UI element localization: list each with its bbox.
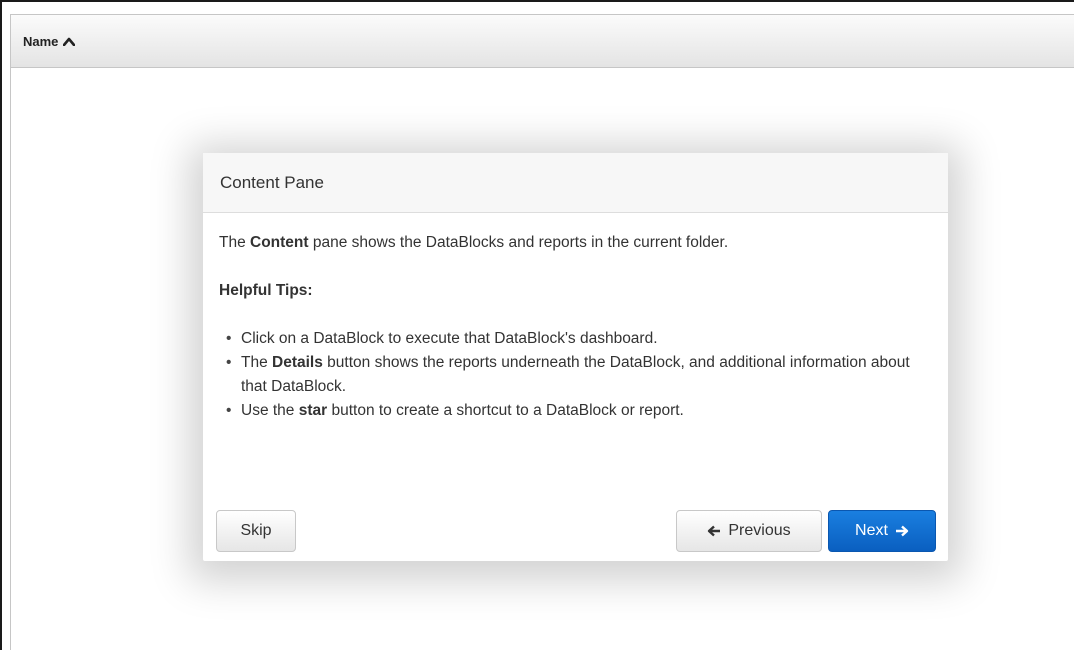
tips-heading: Helpful Tips:	[219, 282, 313, 299]
tip-bold: star	[298, 402, 328, 419]
tip-bold: Details	[272, 354, 323, 371]
popover-body: The Content pane shows the DataBlocks an…	[203, 213, 948, 423]
intro-bold: Content	[250, 234, 309, 251]
intro-text: The Content pane shows the DataBlocks an…	[219, 231, 932, 255]
arrow-left-icon	[708, 525, 721, 537]
arrow-right-icon	[895, 525, 909, 537]
previous-label: Previous	[728, 522, 791, 539]
popover-title: Content Pane	[203, 153, 948, 213]
next-label: Next	[855, 522, 888, 539]
sort-by-name-button[interactable]: Name	[23, 33, 76, 49]
tip-suffix: button shows the reports underneath the …	[241, 354, 910, 395]
sort-column-label: Name	[23, 33, 59, 49]
chevron-up-icon	[63, 37, 76, 46]
tip-item: Use the star button to create a shortcut…	[226, 399, 932, 423]
intro-prefix: The	[219, 234, 251, 251]
tips-list: Click on a DataBlock to execute that Dat…	[219, 327, 932, 423]
list-header: Name	[10, 14, 1074, 68]
skip-button[interactable]: Skip	[216, 510, 296, 552]
tip-suffix: button to create a shortcut to a DataBlo…	[327, 402, 684, 419]
tip-item: The Details button shows the reports und…	[226, 351, 932, 399]
previous-button[interactable]: Previous	[676, 510, 822, 552]
tip-text: Click on a DataBlock to execute that Dat…	[241, 330, 658, 347]
tour-popover: Content Pane The Content pane shows the …	[203, 153, 948, 561]
tip-text: The	[241, 354, 273, 371]
intro-suffix: pane shows the DataBlocks and reports in…	[308, 234, 729, 251]
tip-item: Click on a DataBlock to execute that Dat…	[226, 327, 932, 351]
next-button[interactable]: Next	[828, 510, 936, 552]
skip-label: Skip	[240, 522, 272, 539]
tip-text: Use the	[241, 402, 299, 419]
